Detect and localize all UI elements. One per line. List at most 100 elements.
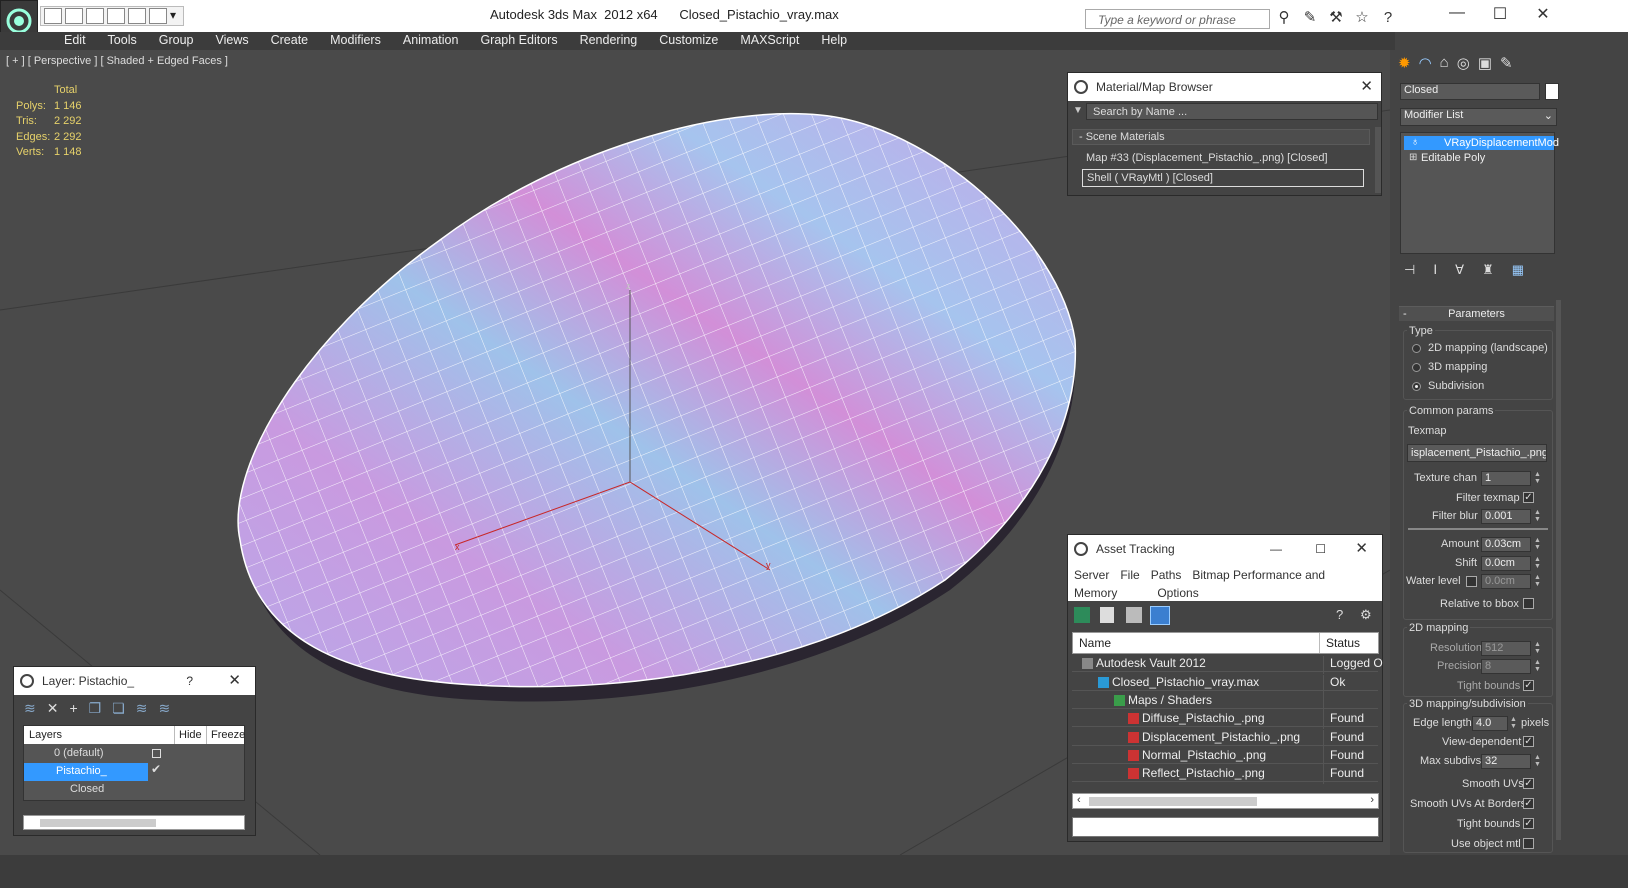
select-objects-icon[interactable]: ❏ <box>112 700 125 717</box>
precision-input[interactable]: 8 <box>1481 659 1531 674</box>
layer-row-closed[interactable]: Closed <box>24 781 244 799</box>
refresh-icon[interactable] <box>1074 607 1090 623</box>
edge-length-input[interactable]: 4.0 <box>1472 716 1508 731</box>
menu-modifiers[interactable]: Modifiers <box>319 32 392 50</box>
help-icon[interactable]: ? <box>1379 9 1397 27</box>
menu-maxscript[interactable]: MAXScript <box>729 32 810 50</box>
resolution-spinner[interactable]: ▲ ▼ <box>1534 641 1542 656</box>
layer-settings-icon[interactable]: ≋ <box>24 700 36 717</box>
menu-help[interactable]: Help <box>810 32 858 50</box>
amount-spinner[interactable]: ▲ ▼ <box>1534 537 1542 552</box>
highlight-layer-icon[interactable]: ≋ <box>136 700 148 717</box>
asset-menu-bitmap-performance-and-memory[interactable]: Bitmap Performance and Memory <box>1074 568 1325 600</box>
configure-sets-icon[interactable]: ▦ <box>1512 262 1524 278</box>
max-subdivs-input[interactable]: 32 <box>1481 754 1531 769</box>
options-dropdown-icon[interactable]: ▼ <box>1073 105 1083 116</box>
help-search-input[interactable]: Type a keyword or phrase <box>1085 9 1270 29</box>
hide-all-icon[interactable]: ≋ <box>159 700 171 717</box>
help-icon[interactable]: ? <box>1336 607 1352 623</box>
binoculars-icon[interactable]: ⚲ <box>1275 9 1293 27</box>
column-layers[interactable]: Layers <box>29 729 62 741</box>
delete-layer-icon[interactable]: ✕ <box>47 700 59 717</box>
water-level-spinner[interactable]: ▲ ▼ <box>1534 574 1542 589</box>
close-button[interactable]: ✕ <box>1523 4 1563 24</box>
asset-row[interactable]: Reflect_Pistachio_.png Found <box>1072 764 1378 784</box>
asset-row[interactable]: Displacement_Pistachio_.png Found <box>1072 728 1378 748</box>
asset-menu-options[interactable]: Options <box>1157 586 1198 600</box>
menu-rendering[interactable]: Rendering <box>569 32 649 50</box>
make-unique-icon[interactable]: ∀ <box>1455 262 1464 278</box>
pin-stack-icon[interactable]: ⊣ <box>1404 262 1415 278</box>
menu-animation[interactable]: Animation <box>392 32 470 50</box>
expand-icon[interactable]: ⊞ <box>1409 152 1417 163</box>
edge-length-spinner[interactable]: ▲ ▼ <box>1510 716 1518 731</box>
menu-create[interactable]: Create <box>260 32 320 50</box>
water-level-checkbox[interactable] <box>1466 576 1477 587</box>
precision-spinner[interactable]: ▲ ▼ <box>1534 659 1542 674</box>
menu-graph-editors[interactable]: Graph Editors <box>469 32 568 50</box>
scrollbar[interactable] <box>1375 127 1381 193</box>
display-tab-icon[interactable]: ▣ <box>1478 54 1492 72</box>
favorites-star-icon[interactable]: ☆ <box>1353 9 1371 27</box>
create-tab-icon[interactable]: ✹ <box>1398 54 1411 72</box>
object-color-swatch[interactable] <box>1545 83 1559 100</box>
smooth-uvs-checkbox[interactable]: ✓ <box>1523 778 1534 789</box>
column-status[interactable]: Status <box>1319 633 1366 653</box>
thumbnail-icon[interactable] <box>1126 607 1142 623</box>
stack-item-editable-poly[interactable]: Editable Poly <box>1421 152 1485 164</box>
add-to-layer-icon[interactable]: ❐ <box>89 700 102 717</box>
hierarchy-tab-icon[interactable]: ⌂ <box>1440 54 1449 72</box>
toolbar-dropdown-icon[interactable]: ▾ <box>170 8 180 24</box>
relative-bbox-checkbox[interactable] <box>1523 598 1534 609</box>
stack-item-vraydisplacement[interactable]: VRayDisplacementMod <box>1404 136 1559 150</box>
menu-edit[interactable]: Edit <box>53 32 97 50</box>
settings-icon[interactable]: ⚙ <box>1360 607 1376 623</box>
asset-menu-paths[interactable]: Paths <box>1151 568 1182 582</box>
asset-menu-file[interactable]: File <box>1120 568 1139 582</box>
menu-views[interactable]: Views <box>204 32 259 50</box>
minimize-icon[interactable]: — <box>1270 535 1282 563</box>
layer-row-default[interactable]: 0 (default) <box>24 745 244 763</box>
scene-materials-group[interactable]: - Scene Materials <box>1072 129 1370 145</box>
utilities-tab-icon[interactable]: ✎ <box>1500 54 1513 72</box>
viewport-label[interactable]: [ + ] [ Perspective ] [ Shaded + Edged F… <box>6 55 228 67</box>
current-layer-checkbox[interactable] <box>152 749 161 758</box>
menu-customize[interactable]: Customize <box>648 32 729 50</box>
save-file-icon[interactable] <box>86 8 104 24</box>
column-hide[interactable]: Hide <box>174 726 206 744</box>
water-level-input[interactable]: 0.0cm <box>1481 574 1531 589</box>
scroll-right-icon[interactable]: › <box>1370 794 1374 806</box>
minimize-button[interactable]: — <box>1437 4 1477 22</box>
resolution-input[interactable]: 512 <box>1481 641 1531 656</box>
list-icon[interactable] <box>1100 607 1114 623</box>
texture-chan-input[interactable]: 1 <box>1481 471 1531 486</box>
layer-scrollbar[interactable] <box>23 815 245 830</box>
filter-blur-input[interactable]: 0.001 <box>1481 509 1531 524</box>
subscription-icon[interactable]: ⚒ <box>1327 9 1345 27</box>
maximize-button[interactable]: ☐ <box>1480 4 1520 24</box>
max-subdivs-spinner[interactable]: ▲ ▼ <box>1534 754 1542 769</box>
column-name[interactable]: Name <box>1079 636 1111 650</box>
radio-subdivision[interactable] <box>1412 382 1421 391</box>
open-file-icon[interactable] <box>65 8 83 24</box>
texmap-button[interactable]: isplacement_Pistachio_.png) <box>1407 444 1547 462</box>
scroll-left-icon[interactable]: ‹ <box>1077 794 1081 806</box>
use-object-mtl-checkbox[interactable] <box>1523 838 1534 849</box>
show-end-result-icon[interactable]: Ⅰ <box>1433 262 1437 278</box>
close-icon[interactable]: ✕ <box>1355 535 1368 563</box>
redo-icon[interactable] <box>128 8 146 24</box>
menu-group[interactable]: Group <box>148 32 205 50</box>
filter-blur-spinner[interactable]: ▲ ▼ <box>1534 509 1542 524</box>
material-item-shell[interactable]: Shell ( VRayMtl ) [Closed] <box>1082 169 1364 187</box>
asset-row[interactable]: Closed_Pistachio_vray.max Ok <box>1072 673 1378 693</box>
modifier-list-dropdown[interactable]: Modifier List ⌄ <box>1400 108 1557 126</box>
material-search-input[interactable]: Search by Name ... <box>1086 103 1378 120</box>
close-icon[interactable]: ✕ <box>1360 73 1373 101</box>
smooth-uvs-borders-checkbox[interactable]: ✓ <box>1523 798 1534 809</box>
lightbulb-icon[interactable]: ♁ <box>1411 136 1419 148</box>
undo-icon[interactable] <box>107 8 125 24</box>
tight-bounds-3d-checkbox[interactable]: ✓ <box>1523 818 1534 829</box>
shift-spinner[interactable]: ▲ ▼ <box>1534 556 1542 571</box>
asset-row[interactable]: Autodesk Vault 2012 Logged Ou <box>1072 654 1383 674</box>
new-file-icon[interactable] <box>44 8 62 24</box>
